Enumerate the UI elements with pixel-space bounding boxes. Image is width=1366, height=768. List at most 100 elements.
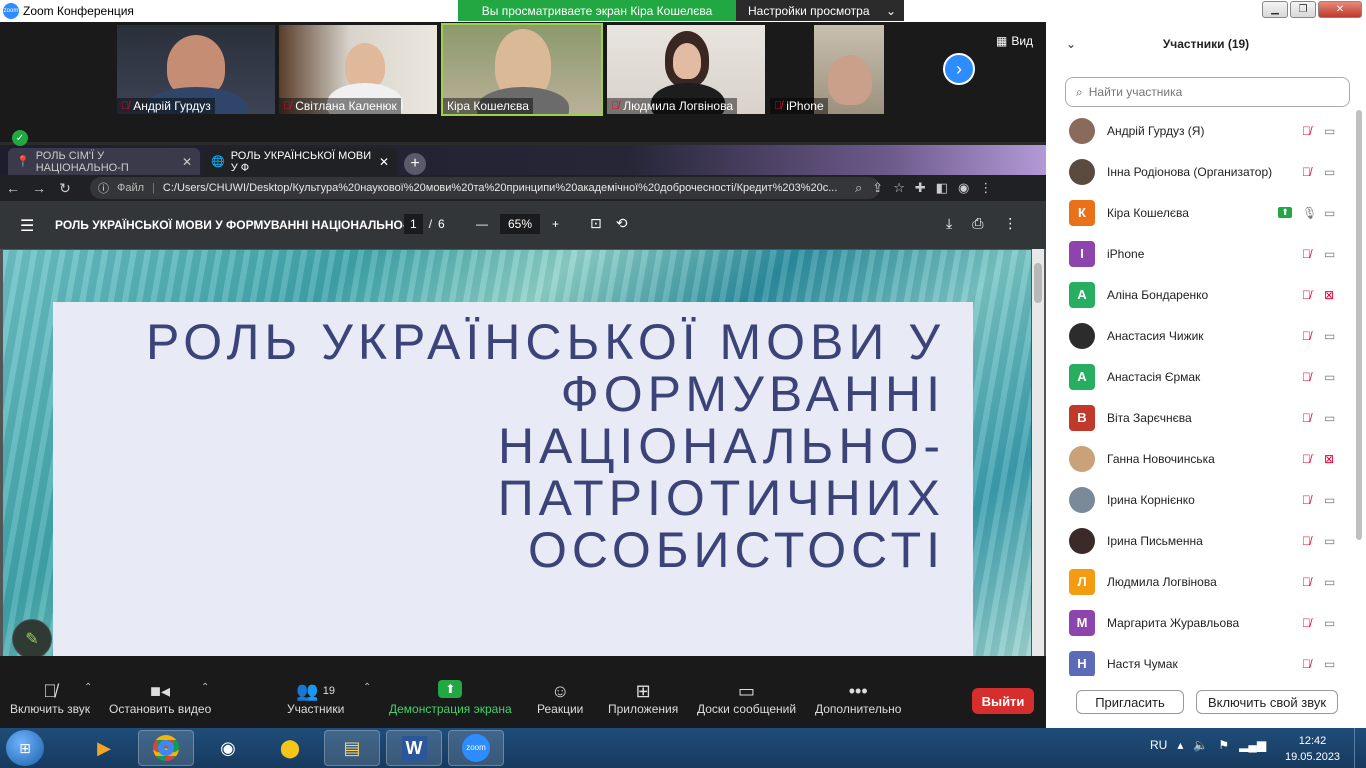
camera-icon[interactable]: ▭ xyxy=(1324,493,1335,507)
clock[interactable]: 12:42 19.05.2023 xyxy=(1285,733,1340,765)
camera-icon[interactable]: ▭ xyxy=(1324,575,1335,589)
participant-row[interactable]: Ірина Корнієнко 🎙̸ ▭ xyxy=(1046,479,1356,520)
mic-muted-icon[interactable]: 🎙̸ xyxy=(1302,165,1311,179)
signal-icon[interactable]: ▂▄▆ xyxy=(1239,738,1266,752)
show-desktop-button[interactable] xyxy=(1354,728,1366,768)
language-indicator[interactable]: RU xyxy=(1150,738,1167,752)
chevron-up-icon[interactable]: ⌃ xyxy=(84,682,92,693)
share-screen-button[interactable]: ⬆ Демонстрация экрана xyxy=(389,680,512,716)
bookmark-star-icon[interactable]: ☆ xyxy=(893,180,905,196)
search-input[interactable] xyxy=(1088,85,1329,99)
mic-muted-icon[interactable]: 🎙̸ xyxy=(1302,288,1311,302)
tray-expand-icon[interactable]: ▴ xyxy=(1177,738,1183,752)
mic-muted-icon[interactable]: 🎙̸ xyxy=(1302,411,1311,425)
back-arrow-icon[interactable]: ← xyxy=(0,180,26,196)
maximize-button[interactable]: ❐ xyxy=(1290,1,1316,18)
unmute-button[interactable]: 🎙̸ Включить звук ⌃ xyxy=(10,680,92,717)
page-number-input[interactable]: 1 xyxy=(404,214,423,234)
whiteboards-button[interactable]: ▭ Доски сообщений xyxy=(697,680,796,717)
more-options-icon[interactable]: ⋮ xyxy=(1003,215,1017,232)
video-tile[interactable]: 🎙̸ Світлана Каленюк xyxy=(279,25,437,114)
mic-muted-icon[interactable]: 🎙̸ xyxy=(1302,370,1311,384)
video-tile[interactable]: 🎙̸ iPhone xyxy=(770,25,928,114)
participants-button[interactable]: 👥 19 Участники ⌃ xyxy=(287,680,371,717)
reload-icon[interactable]: ↻ xyxy=(52,180,78,197)
apps-button[interactable]: ⊞ Приложения xyxy=(608,680,678,717)
camera-icon[interactable]: ▭ xyxy=(1324,370,1335,384)
minimize-button[interactable]: ▁ xyxy=(1262,1,1288,18)
file-explorer-icon[interactable]: ▤ xyxy=(324,730,380,766)
mic-muted-icon[interactable]: 🎙̸ xyxy=(1302,124,1311,138)
stop-video-button[interactable]: ■◂ Остановить видео ⌃ xyxy=(109,680,211,717)
download-icon[interactable]: ⤓ xyxy=(946,215,952,232)
mic-muted-icon[interactable]: 🎙̸ xyxy=(1302,452,1311,466)
pdf-scrollbar[interactable] xyxy=(1032,249,1044,656)
participant-row[interactable]: Ірина Письменна 🎙̸ ▭ xyxy=(1046,520,1356,561)
url-field[interactable]: ⓘ Файл | C:/Users/CHUWI/Desktop/Культура… xyxy=(90,177,880,199)
chrome-icon[interactable] xyxy=(138,730,194,766)
forward-arrow-icon[interactable]: → xyxy=(26,180,52,196)
annotate-pen-button[interactable]: ✎ xyxy=(12,619,52,656)
volume-icon[interactable]: 🔈 xyxy=(1193,738,1208,752)
rotate-icon[interactable]: ⟲ xyxy=(616,215,628,232)
start-button[interactable]: ⊞ xyxy=(6,730,44,766)
camera-icon[interactable]: ▭ xyxy=(1324,657,1335,671)
participant-row[interactable]: Н Настя Чумак 🎙̸ ▭ xyxy=(1046,643,1356,676)
video-tile-active-speaker[interactable]: Кіра Кошелєва xyxy=(441,23,603,116)
extensions-puzzle-icon[interactable]: ✚ xyxy=(915,180,926,196)
invite-button[interactable]: Пригласить xyxy=(1076,690,1184,714)
eye-app-icon[interactable]: ◉ xyxy=(200,730,256,766)
new-tab-button[interactable]: + xyxy=(404,153,426,175)
chevron-up-icon[interactable]: ⌃ xyxy=(363,682,371,693)
browser-tab[interactable]: 📍 РОЛЬ СІМ'Ї У НАЦІОНАЛЬНО-П ✕ xyxy=(8,148,200,175)
chevron-up-icon[interactable]: ⌃ xyxy=(201,682,209,693)
participant-row[interactable]: М Маргарита Журавльова 🎙̸ ▭ xyxy=(1046,602,1356,643)
participant-search[interactable]: ⌕ xyxy=(1065,77,1350,107)
mic-muted-icon[interactable]: 🎙̸ xyxy=(1302,493,1311,507)
close-button[interactable]: ✕ xyxy=(1318,1,1362,18)
next-videos-button[interactable]: › xyxy=(943,53,975,85)
tab-close-icon[interactable]: ✕ xyxy=(379,155,389,169)
mic-icon[interactable]: 🎙 xyxy=(1302,206,1317,220)
participant-row[interactable]: Інна Родіонова (Организатор) 🎙̸ ▭ xyxy=(1046,151,1356,192)
profile-avatar-icon[interactable]: ◉ xyxy=(958,180,969,196)
camera-icon[interactable]: ▭ xyxy=(1324,206,1335,220)
view-menu-button[interactable]: ▦ Вид xyxy=(996,34,1033,48)
view-options-dropdown[interactable]: Настройки просмотра ⌄ xyxy=(736,0,904,21)
camera-icon[interactable]: ▭ xyxy=(1324,616,1335,630)
flag-icon[interactable]: ⚑ xyxy=(1218,738,1229,752)
participant-row[interactable]: А Аліна Бондаренко 🎙̸ ⊠ xyxy=(1046,274,1356,315)
more-button[interactable]: ••• Дополнительно xyxy=(815,680,901,717)
participant-row[interactable]: Андрій Гурдуз (Я) 🎙̸ ▭ xyxy=(1046,110,1356,151)
browser-tab-active[interactable]: 🌐 РОЛЬ УКРАЇНСЬКОЇ МОВИ У Ф ✕ xyxy=(203,148,397,175)
menu-dots-icon[interactable]: ⋮ xyxy=(979,180,992,196)
fit-page-icon[interactable]: ⊡ xyxy=(590,215,602,232)
mic-muted-icon[interactable]: 🎙̸ xyxy=(1302,657,1311,671)
zoom-magnifier-icon[interactable]: ⌕ xyxy=(855,180,862,196)
unmute-myself-button[interactable]: Включить свой звук xyxy=(1196,690,1338,714)
zoom-level[interactable]: 65% xyxy=(500,214,541,234)
camera-icon[interactable]: ▭ xyxy=(1324,329,1335,343)
mic-muted-icon[interactable]: 🎙̸ xyxy=(1302,329,1311,343)
zoom-app-icon[interactable]: zoom xyxy=(448,730,504,766)
print-icon[interactable]: ⎙ xyxy=(972,215,983,232)
reactions-button[interactable]: ☺ Реакции xyxy=(537,680,583,717)
sidebar-icon[interactable]: ◧ xyxy=(936,180,948,196)
video-tile[interactable]: 🎙̸ Андрій Гурдуз xyxy=(117,25,275,114)
mic-muted-icon[interactable]: 🎙̸ xyxy=(1302,616,1311,630)
video-tile[interactable]: 🎙̸ Людмила Логвінова xyxy=(607,25,765,114)
camera-off-icon[interactable]: ⊠ xyxy=(1324,288,1334,302)
participant-row[interactable]: В Віта Зарєчнєва 🎙̸ ▭ xyxy=(1046,397,1356,438)
zoom-out-button[interactable]: — xyxy=(476,217,488,231)
camera-icon[interactable]: ▭ xyxy=(1324,247,1335,261)
zoom-in-button[interactable]: + xyxy=(552,217,559,231)
word-icon[interactable]: W xyxy=(386,730,442,766)
vpn-icon[interactable]: ⬤ xyxy=(262,730,318,766)
camera-off-icon[interactable]: ⊠ xyxy=(1324,452,1334,466)
participant-row[interactable]: IiPhone 🎙̸ ▭ xyxy=(1046,233,1356,274)
participants-scrollbar[interactable] xyxy=(1356,110,1364,550)
participant-row[interactable]: А Анастасія Єрмак 🎙̸ ▭ xyxy=(1046,356,1356,397)
share-icon[interactable]: ⇪ xyxy=(872,180,883,196)
participant-row[interactable]: Ганна Новочинська 🎙̸ ⊠ xyxy=(1046,438,1356,479)
camera-icon[interactable]: ▭ xyxy=(1324,411,1335,425)
